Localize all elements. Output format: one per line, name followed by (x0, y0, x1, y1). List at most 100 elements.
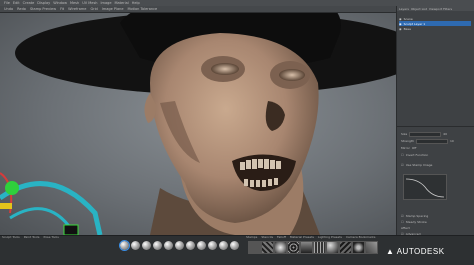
brush-grab[interactable] (153, 241, 162, 250)
property-invert-function[interactable]: ☐ Invert Function (401, 153, 428, 157)
tab-lighting-presets[interactable]: Lighting Presets (318, 235, 342, 240)
tab-layers[interactable]: Layers (399, 7, 409, 11)
stamp-tray-tabs: Stamps Stencils Falloff Material Presets… (246, 235, 375, 240)
stamp-6[interactable] (326, 241, 339, 254)
sculpt-model[interactable] (0, 13, 396, 235)
property-label: Mirror (401, 146, 410, 150)
checkbox-icon[interactable]: ☑ (401, 214, 404, 218)
stamp-1[interactable] (261, 241, 274, 254)
property-label: Strength (401, 139, 414, 143)
tab-material-presets[interactable]: Material Presets (290, 235, 314, 240)
brush-flatten[interactable] (175, 241, 184, 250)
gizmo-cube (63, 224, 79, 235)
property-mirror[interactable]: Mirror Off (401, 146, 416, 150)
toolbar-fit[interactable]: Fit (60, 7, 64, 11)
strength-slider[interactable] (415, 138, 448, 144)
property-label: Size (401, 132, 408, 136)
checkbox-icon[interactable]: ☐ (401, 220, 404, 224)
object-tree: ◉ Scene ◉ Sculpt Layer 1 ◉ Base (399, 16, 471, 31)
eye-icon[interactable]: ◉ (399, 22, 402, 26)
property-label: Steady Stroke (405, 220, 427, 224)
property-size[interactable]: Size 40 (401, 131, 447, 137)
property-strength[interactable]: Strength 10 (401, 138, 454, 144)
menu-uv-mesh[interactable]: UV Mesh (82, 1, 97, 5)
menu-create[interactable]: Create (23, 1, 35, 5)
property-affect[interactable]: Affect (401, 226, 410, 230)
stamp-4[interactable] (300, 241, 313, 254)
autodesk-wordmark: AUTODESK (396, 247, 445, 256)
stamp-7[interactable] (339, 241, 352, 254)
gizmo-yellow-bar (0, 203, 12, 209)
toolbar-image-plane[interactable]: Image Plane (102, 7, 124, 11)
toolbar-grid[interactable]: Grid (90, 7, 97, 11)
brush-wax[interactable] (230, 241, 239, 250)
eye-icon[interactable]: ◉ (399, 17, 402, 21)
menu-mesh[interactable]: Mesh (70, 1, 79, 5)
brush-smooth[interactable] (131, 241, 140, 250)
size-slider[interactable] (409, 131, 442, 137)
property-label: Use Stamp Image (405, 163, 433, 167)
property-label: Affect (401, 226, 410, 230)
property-label: Stamp Spacing (405, 214, 429, 218)
stamp-8[interactable] (352, 241, 365, 254)
tab-viewport-filters[interactable]: Viewport Filters (429, 7, 452, 11)
checkbox-icon[interactable]: ☐ (401, 153, 404, 157)
menu-window[interactable]: Window (53, 1, 67, 5)
property-label: Invert Function (405, 153, 429, 157)
property-value[interactable]: 40 (443, 132, 447, 136)
tab-paint-tools[interactable]: Paint Tools (24, 235, 40, 240)
tab-sculpt-tools[interactable]: Sculpt Tools (2, 235, 20, 240)
left-eye (211, 63, 239, 75)
viewport-3d[interactable] (0, 13, 396, 235)
falloff-curve[interactable] (403, 174, 447, 200)
brush-foamy[interactable] (186, 241, 195, 250)
property-use-stamp-image[interactable]: ☑ Use Stamp Image (401, 163, 432, 167)
menu-help[interactable]: Help (132, 1, 140, 5)
toolbar-redo[interactable]: Redo (17, 7, 26, 11)
toolbar-undo[interactable]: Undo (4, 7, 13, 11)
brush-spray[interactable] (197, 241, 206, 250)
gizmo-green-handle (5, 181, 19, 195)
brush-imprint[interactable] (219, 241, 228, 250)
menu-image[interactable]: Image (101, 1, 112, 5)
toolbar-motion-tolerance[interactable]: Motion Tolerance (127, 7, 157, 11)
curve-graph (405, 178, 445, 198)
eye-icon[interactable]: ◉ (399, 27, 402, 31)
stamp-off[interactable] (248, 241, 261, 254)
menu-file[interactable]: File (4, 1, 10, 5)
autodesk-logo: ▲ AUTODESK (386, 247, 445, 256)
brush-pinch[interactable] (164, 241, 173, 250)
tree-item-label: Base (403, 26, 411, 31)
menu-material[interactable]: Material (114, 1, 128, 5)
property-value[interactable]: Off (412, 146, 416, 150)
stamp-2[interactable] (274, 241, 287, 254)
checkbox-icon[interactable]: ☑ (401, 163, 404, 167)
property-steady-stroke[interactable]: ☐ Steady Stroke (401, 220, 427, 224)
main-toolbar: Undo Redo Stamp Preview Fit Wireframe Gr… (0, 6, 396, 13)
tab-camera-bookmarks[interactable]: Camera Bookmarks (346, 235, 376, 240)
brush-sculpt[interactable] (119, 240, 130, 251)
tree-item-label: Scene (403, 16, 413, 21)
layers-panel: Layers Object List Viewport Filters ◉ Sc… (396, 6, 474, 264)
tab-falloff[interactable]: Falloff (277, 235, 286, 240)
tree-item-label: Sculpt Layer 1 (403, 21, 426, 26)
stamp-3[interactable] (287, 241, 300, 254)
stamp-5[interactable] (313, 241, 326, 254)
toolbar-stamp-preview[interactable]: Stamp Preview (30, 7, 56, 11)
panel-tabs: Layers Object List Viewport Filters (397, 6, 474, 11)
property-stamp-spacing[interactable]: ☑ Stamp Spacing (401, 214, 428, 218)
property-value[interactable]: 10 (450, 139, 454, 143)
menu-display[interactable]: Display (37, 1, 50, 5)
tab-pose-tools[interactable]: Pose Tools (44, 235, 59, 240)
brush-repeat[interactable] (208, 241, 217, 250)
tab-stencils[interactable]: Stencils (261, 235, 273, 240)
tab-object-list[interactable]: Object List (411, 7, 427, 11)
stamp-9[interactable] (365, 241, 378, 254)
tree-item-base[interactable]: ◉ Base (399, 26, 471, 31)
autodesk-triangle-icon: ▲ (386, 247, 395, 256)
panel-divider (397, 126, 474, 127)
brush-relax[interactable] (142, 241, 151, 250)
menu-edit[interactable]: Edit (13, 1, 20, 5)
toolbar-wireframe[interactable]: Wireframe (68, 7, 86, 11)
tab-stamps[interactable]: Stamps (246, 235, 257, 240)
